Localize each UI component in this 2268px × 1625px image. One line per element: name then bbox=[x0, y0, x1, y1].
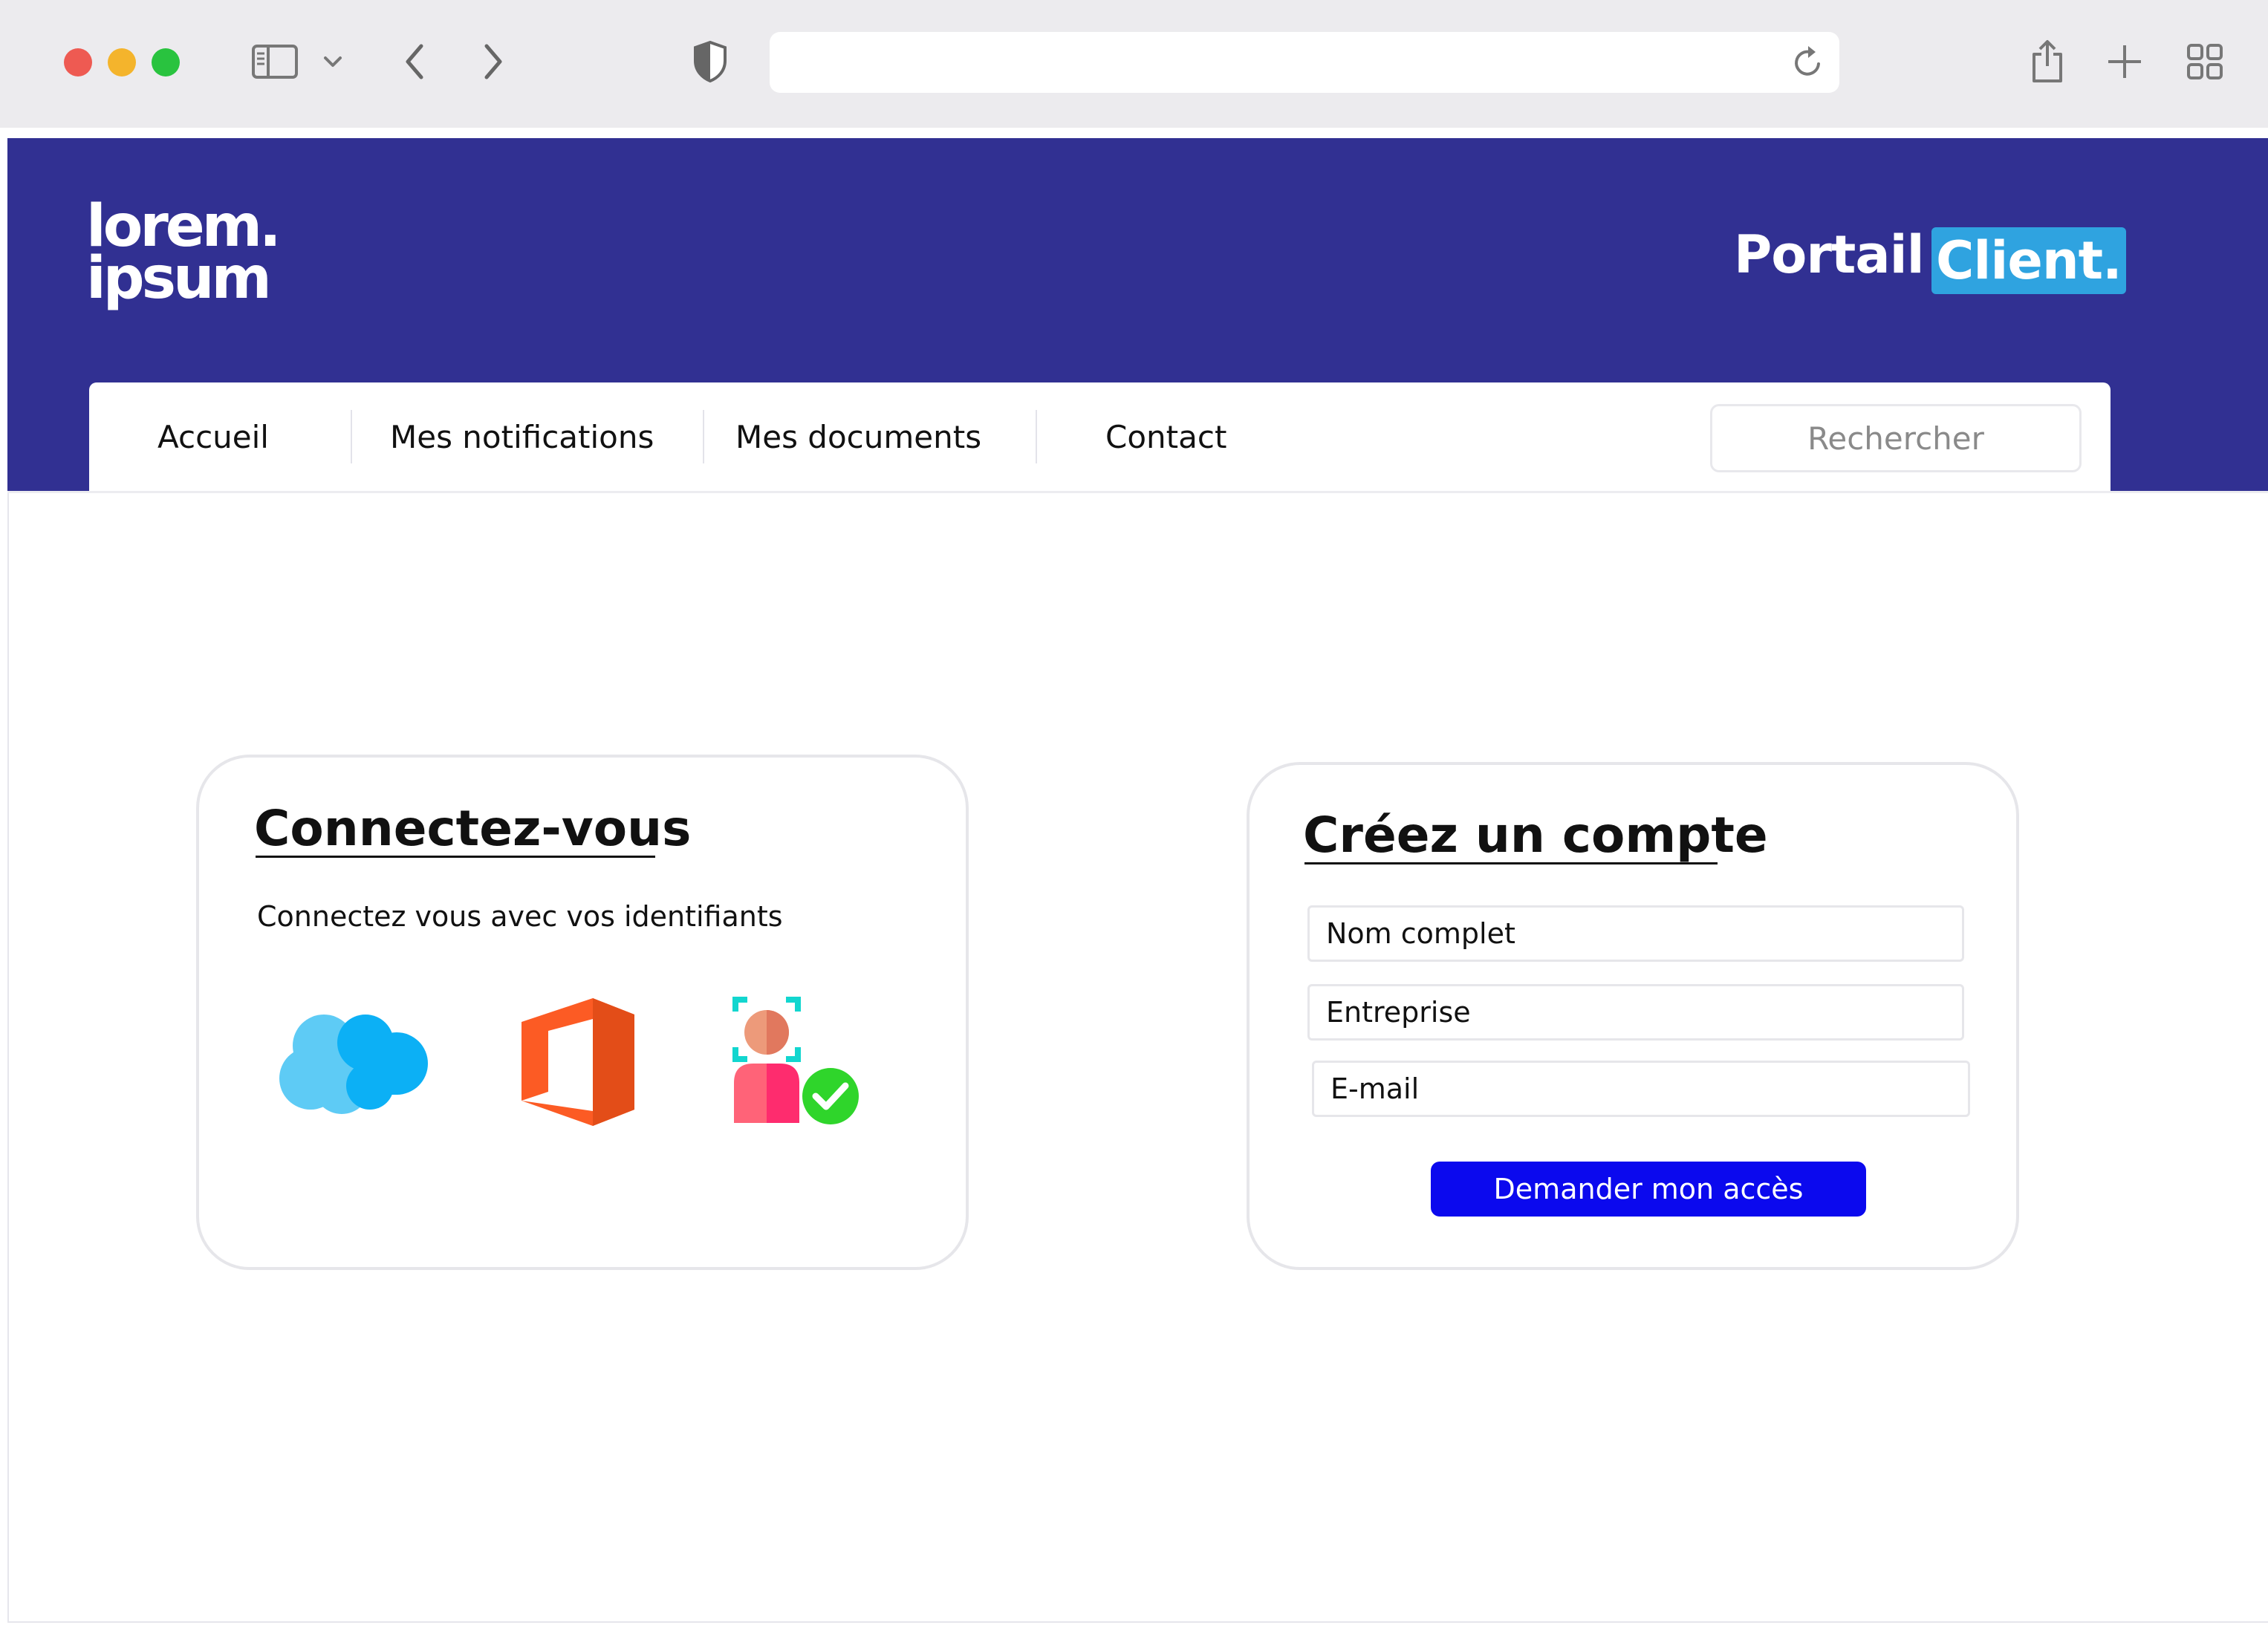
signup-title: Créez un compte bbox=[1303, 807, 1768, 864]
new-tab-icon[interactable] bbox=[2099, 30, 2150, 94]
privacy-shield-icon[interactable] bbox=[685, 30, 735, 94]
portal-title-highlight: Client. bbox=[1931, 227, 2126, 294]
salesforce-cloud-icon[interactable] bbox=[278, 1010, 431, 1116]
login-title: Connectez-vous bbox=[254, 800, 692, 857]
address-bar[interactable] bbox=[770, 32, 1839, 93]
signup-title-underline bbox=[1304, 862, 1718, 864]
nav-divider bbox=[1036, 410, 1037, 463]
zoom-window-button[interactable] bbox=[152, 48, 180, 76]
nav-item-documents[interactable]: Mes documents bbox=[735, 382, 981, 491]
request-access-button[interactable]: Demander mon accès bbox=[1431, 1162, 1866, 1217]
office-icon[interactable] bbox=[521, 998, 634, 1126]
minimize-window-button[interactable] bbox=[108, 48, 136, 76]
tab-overview-icon[interactable] bbox=[2180, 30, 2230, 94]
sidebar-icon[interactable] bbox=[250, 30, 300, 94]
nav-item-accueil[interactable]: Accueil bbox=[157, 382, 269, 491]
nav-divider bbox=[351, 410, 352, 463]
forward-icon[interactable] bbox=[468, 30, 519, 94]
reload-icon[interactable] bbox=[1783, 30, 1833, 94]
share-icon[interactable] bbox=[2022, 30, 2073, 94]
portal-title: Portail bbox=[1734, 224, 1925, 285]
back-icon[interactable] bbox=[389, 30, 440, 94]
email-field[interactable]: E-mail bbox=[1312, 1061, 1970, 1117]
search-input[interactable]: Rechercher bbox=[1710, 404, 2082, 472]
logo-line-2[interactable]: ipsum bbox=[86, 250, 272, 307]
nav-item-notifications[interactable]: Mes notifications bbox=[390, 382, 654, 491]
chevron-down-icon[interactable] bbox=[313, 30, 352, 94]
close-window-button[interactable] bbox=[64, 48, 92, 76]
full-name-field[interactable]: Nom complet bbox=[1307, 905, 1964, 962]
face-id-verified-icon[interactable] bbox=[731, 995, 862, 1126]
company-field[interactable]: Entreprise bbox=[1307, 984, 1964, 1041]
nav-item-contact[interactable]: Contact bbox=[1105, 382, 1226, 491]
nav-divider bbox=[703, 410, 704, 463]
login-title-underline bbox=[256, 856, 655, 858]
header-bottom-border bbox=[7, 491, 2268, 493]
login-subtitle: Connectez vous avec vos identifiants bbox=[257, 900, 783, 933]
